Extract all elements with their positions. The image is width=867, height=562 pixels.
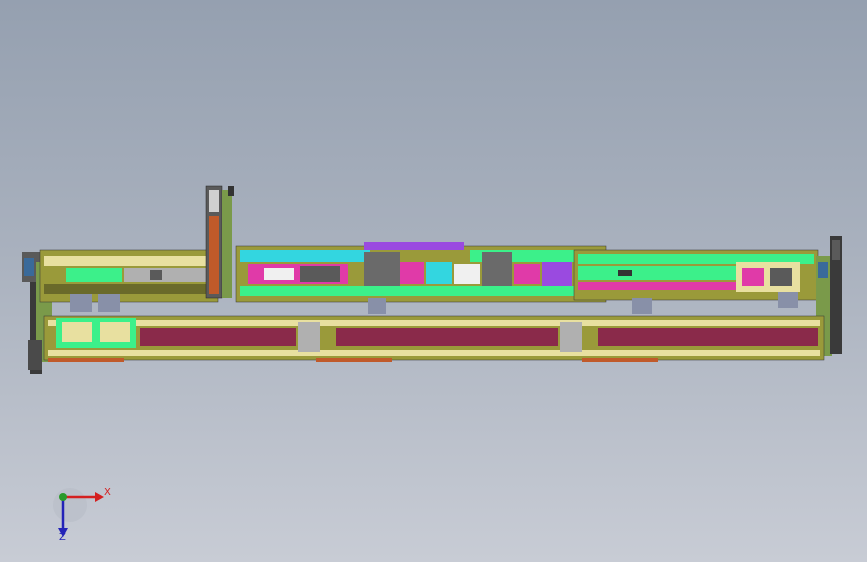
vertical-tower xyxy=(205,185,234,299)
z-axis-label: Z xyxy=(59,532,66,543)
x-axis-label: X xyxy=(104,487,111,498)
lower-belt-conveyor xyxy=(43,315,825,362)
upper-right-conveyor xyxy=(573,249,819,314)
cad-viewport[interactable]: X Z xyxy=(0,0,867,562)
axis-triad xyxy=(53,488,104,537)
assembly-model xyxy=(22,185,842,537)
upper-left-conveyor xyxy=(39,249,219,312)
central-module-block xyxy=(235,242,607,314)
x-axis-arrowhead xyxy=(95,492,104,502)
y-axis-point xyxy=(59,493,67,501)
